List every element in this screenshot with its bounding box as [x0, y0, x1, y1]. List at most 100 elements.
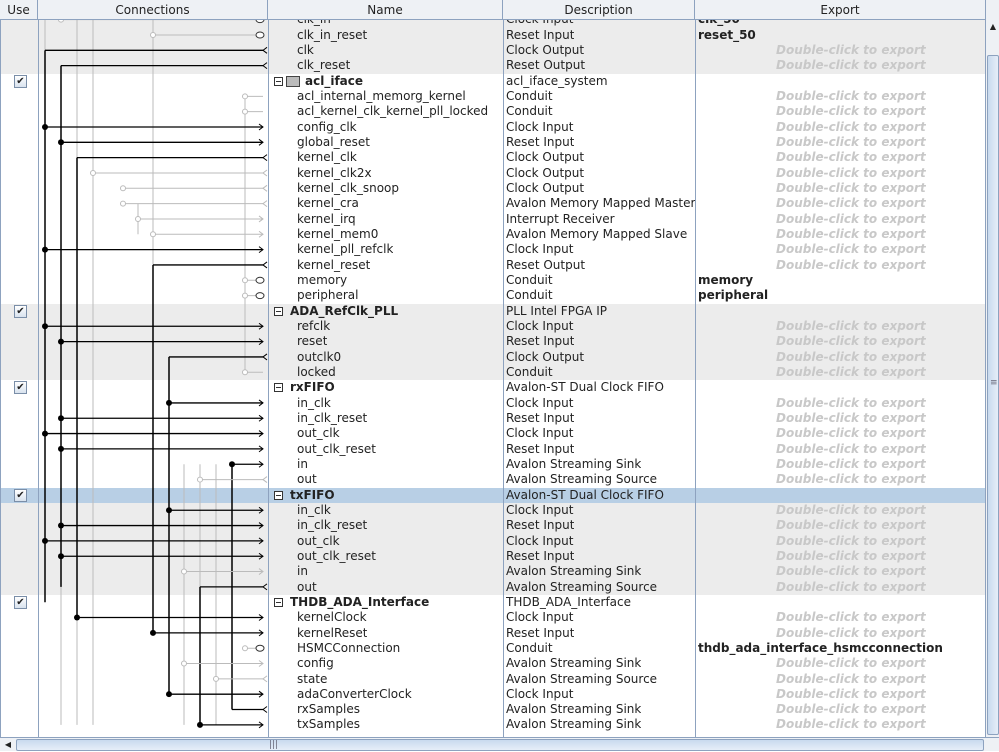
export-placeholder[interactable]: Double-click to export	[776, 135, 926, 150]
column-divider	[695, 20, 696, 737]
export-placeholder[interactable]: Double-click to export	[776, 227, 926, 242]
connection-dot	[166, 691, 172, 698]
description: Clock Input	[506, 242, 574, 257]
connection-point	[120, 200, 126, 207]
export-placeholder[interactable]: Double-click to export	[776, 702, 926, 717]
connection-dot	[150, 630, 156, 637]
interface-name: txSamples	[297, 717, 361, 732]
export-placeholder[interactable]: Double-click to export	[776, 334, 926, 349]
column-header-name[interactable]: Name	[268, 0, 503, 20]
scroll-left-arrow-icon[interactable]: ◀	[2, 738, 14, 752]
export-placeholder[interactable]: Double-click to export	[776, 196, 926, 211]
export-placeholder[interactable]: Double-click to export	[776, 150, 926, 165]
description: Reset Input	[506, 518, 575, 533]
export-placeholder[interactable]: Double-click to export	[776, 503, 926, 518]
system-contents-table: clk_in Clock Input clk_50 clk_in_reset Reset…	[0, 20, 985, 737]
interface-name: clk_reset	[297, 58, 351, 73]
interface-name: reset	[297, 334, 328, 349]
collapse-toggle-icon[interactable]	[274, 306, 283, 316]
description: Reset Input	[506, 548, 575, 563]
export-placeholder[interactable]: Double-click to export	[776, 442, 926, 457]
connections-graph[interactable]	[1, 20, 269, 737]
description: Clock Output	[506, 180, 585, 195]
column-header-connections[interactable]: Connections	[38, 0, 268, 20]
export-placeholder[interactable]: Double-click to export	[776, 426, 926, 441]
export-placeholder[interactable]: Double-click to export	[776, 104, 926, 119]
export-name[interactable]: memory	[698, 273, 753, 288]
scroll-up-arrow-icon[interactable]: ▲	[987, 20, 999, 34]
export-placeholder[interactable]: Double-click to export	[776, 534, 926, 549]
column-header-export[interactable]: Export	[695, 0, 985, 20]
column-header-description[interactable]: Description	[503, 0, 695, 20]
export-placeholder[interactable]: Double-click to export	[776, 411, 926, 426]
export-placeholder[interactable]: Double-click to export	[776, 580, 926, 595]
export-placeholder[interactable]: Double-click to export	[776, 656, 926, 671]
description: Conduit	[506, 364, 553, 379]
export-placeholder[interactable]: Double-click to export	[776, 549, 926, 564]
export-name[interactable]: peripheral	[698, 288, 768, 303]
description: Clock Input	[506, 686, 574, 701]
interface-name: in_clk_reset	[297, 410, 368, 425]
export-placeholder[interactable]: Double-click to export	[776, 120, 926, 135]
horizontal-scroll-thumb[interactable]: |||	[16, 739, 984, 751]
interface-name: rxSamples	[297, 702, 360, 717]
description: Reset Input	[506, 134, 575, 149]
export-placeholder[interactable]: Double-click to export	[776, 564, 926, 579]
export-port-icon	[255, 277, 265, 285]
interface-name: locked	[297, 364, 336, 379]
export-placeholder[interactable]: Double-click to export	[776, 212, 926, 227]
collapse-toggle-icon[interactable]	[274, 76, 283, 86]
export-placeholder[interactable]: Double-click to export	[776, 58, 926, 73]
export-placeholder[interactable]: Double-click to export	[776, 365, 926, 380]
export-placeholder[interactable]: Double-click to export	[776, 472, 926, 487]
export-placeholder[interactable]: Double-click to export	[776, 626, 926, 641]
description: Clock Output	[506, 42, 585, 57]
vertical-scrollbar[interactable]: ▲ ≡	[985, 0, 999, 737]
connection-point	[150, 32, 156, 39]
connection-point	[242, 277, 248, 284]
connection-point	[181, 660, 187, 667]
collapse-toggle-icon[interactable]	[274, 383, 283, 393]
export-placeholder[interactable]: Double-click to export	[776, 43, 926, 58]
horizontal-scrollbar[interactable]: ◀ |||	[0, 737, 999, 751]
description: Clock Input	[506, 533, 574, 548]
export-placeholder[interactable]: Double-click to export	[776, 258, 926, 273]
collapse-toggle-icon[interactable]	[274, 490, 283, 500]
column-header-use[interactable]: Use	[0, 0, 38, 20]
export-placeholder[interactable]: Double-click to export	[776, 350, 926, 365]
description: Interrupt Receiver	[506, 211, 615, 226]
export-placeholder[interactable]: Double-click to export	[776, 672, 926, 687]
interface-name: acl_kernel_clk_kernel_pll_locked	[297, 104, 489, 119]
description: Reset Input	[506, 410, 575, 425]
export-placeholder[interactable]: Double-click to export	[776, 396, 926, 411]
description: Clock Input	[506, 119, 574, 134]
export-name[interactable]: clk_50	[698, 20, 740, 28]
interface-name: clk	[297, 42, 314, 57]
export-port-icon	[255, 31, 265, 39]
arrow-icon	[262, 675, 268, 683]
export-placeholder[interactable]: Double-click to export	[776, 166, 926, 181]
description: Avalon Streaming Sink	[506, 717, 642, 732]
collapse-toggle-icon[interactable]	[274, 597, 283, 607]
export-placeholder[interactable]: Double-click to export	[776, 181, 926, 196]
export-placeholder[interactable]: Double-click to export	[776, 610, 926, 625]
interface-name: in	[297, 456, 308, 471]
export-placeholder[interactable]: Double-click to export	[776, 89, 926, 104]
vertical-scroll-thumb[interactable]: ≡	[987, 55, 999, 735]
component-name: rxFIFO	[290, 380, 335, 395]
arrow-icon	[262, 261, 268, 269]
connection-dot	[58, 446, 64, 453]
description: Clock Output	[506, 165, 585, 180]
interface-name: in_clk	[297, 395, 331, 410]
export-placeholder[interactable]: Double-click to export	[776, 242, 926, 257]
export-placeholder[interactable]: Double-click to export	[776, 518, 926, 533]
interface-name: peripheral	[297, 288, 359, 303]
interface-name: memory	[297, 272, 348, 287]
export-placeholder[interactable]: Double-click to export	[776, 717, 926, 732]
export-placeholder[interactable]: Double-click to export	[776, 319, 926, 334]
export-name[interactable]: reset_50	[698, 28, 756, 43]
export-placeholder[interactable]: Double-click to export	[776, 457, 926, 472]
export-name[interactable]: thdb_ada_interface_hsmcconnection	[698, 641, 943, 656]
export-placeholder[interactable]: Double-click to export	[776, 687, 926, 702]
interface-name: state	[297, 671, 328, 686]
